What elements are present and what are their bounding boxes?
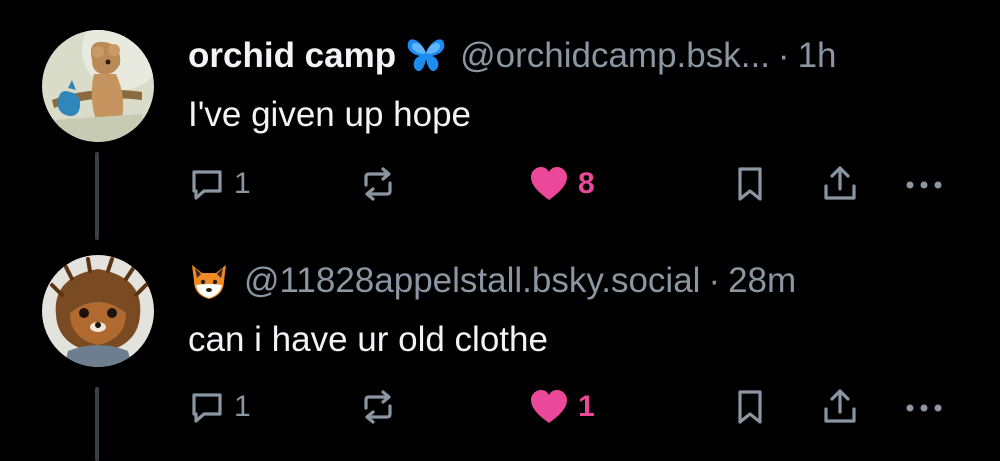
like-button[interactable]: 1	[528, 383, 595, 431]
ellipsis-icon	[902, 388, 946, 426]
timestamp[interactable]: 28m	[728, 261, 796, 301]
repost-button[interactable]	[358, 383, 398, 431]
post-header: orchid camp @orchidcamp.bsk... · 1h	[188, 30, 837, 82]
reply-button[interactable]: 1	[188, 383, 251, 431]
handle[interactable]: @11828appelstall.bsky.social	[244, 261, 700, 301]
reply-count: 1	[234, 390, 251, 423]
separator-dot: ·	[777, 36, 790, 75]
post-actions: 1 1	[188, 383, 958, 431]
bookmark-icon	[733, 388, 767, 426]
share-button[interactable]	[820, 383, 860, 431]
post-text: can i have ur old clothe	[188, 320, 548, 359]
ellipsis-icon	[902, 165, 946, 203]
post-header: @11828appelstall.bsky.social · 28m	[188, 255, 796, 307]
like-button[interactable]: 8	[528, 160, 595, 208]
post-text: I've given up hope	[188, 95, 472, 134]
reply-icon	[188, 165, 226, 203]
avatar[interactable]	[42, 30, 154, 142]
thread-line	[95, 152, 99, 240]
bookmark-button[interactable]	[733, 383, 767, 431]
avatar[interactable]	[42, 255, 154, 367]
repost-icon	[358, 388, 398, 426]
display-name[interactable]: orchid camp	[188, 36, 396, 76]
bookmark-icon	[733, 165, 767, 203]
post-1[interactable]: orchid camp @orchidcamp.bsk... · 1h I've…	[0, 0, 1000, 245]
share-icon	[820, 387, 860, 427]
repost-icon	[358, 165, 398, 203]
separator-dot: ·	[708, 261, 721, 300]
share-button[interactable]	[820, 160, 860, 208]
like-count: 1	[578, 390, 595, 423]
butterfly-icon	[406, 37, 446, 75]
share-icon	[820, 164, 860, 204]
post-actions: 1 8	[188, 160, 958, 208]
timestamp[interactable]: 1h	[798, 36, 837, 76]
fox-emoji-icon	[188, 261, 230, 301]
thread-line	[95, 387, 99, 461]
more-options-button[interactable]	[902, 160, 946, 208]
like-count: 8	[578, 167, 595, 200]
heart-icon	[528, 388, 570, 426]
reply-icon	[188, 388, 226, 426]
more-options-button[interactable]	[902, 383, 946, 431]
post-2[interactable]: @11828appelstall.bsky.social · 28m can i…	[0, 245, 1000, 461]
heart-icon	[528, 165, 570, 203]
handle[interactable]: @orchidcamp.bsk...	[460, 36, 770, 76]
reply-button[interactable]: 1	[188, 160, 251, 208]
bookmark-button[interactable]	[733, 160, 767, 208]
reply-count: 1	[234, 167, 251, 200]
repost-button[interactable]	[358, 160, 398, 208]
